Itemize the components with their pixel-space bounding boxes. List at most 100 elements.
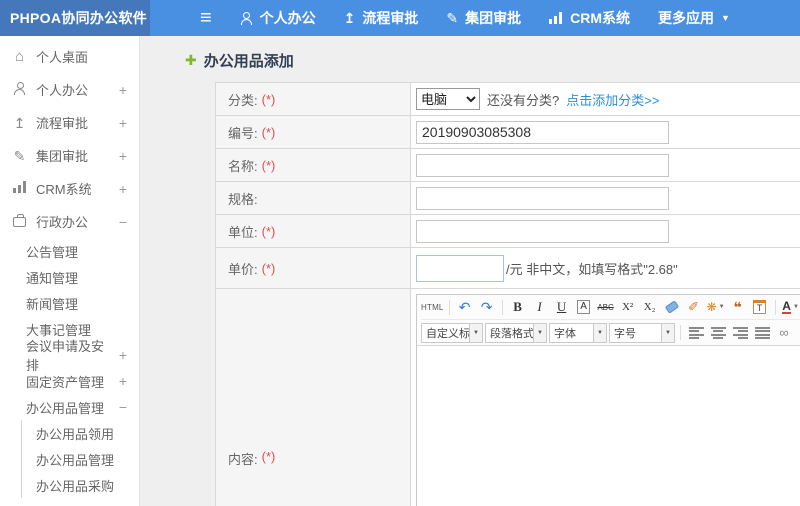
sidebar-item-news-mgmt[interactable]: 新闻管理 bbox=[0, 290, 139, 316]
sidebar-item-notice-mgmt[interactable]: 通知管理 bbox=[0, 264, 139, 290]
underline-button[interactable]: U bbox=[552, 297, 572, 317]
undo-button[interactable]: ↶ bbox=[455, 297, 475, 317]
nav-group-approval[interactable]: ✎ 集团审批 bbox=[446, 8, 521, 28]
code-input[interactable] bbox=[416, 120, 669, 144]
italic-button[interactable]: I bbox=[530, 297, 550, 317]
font-color-button[interactable]: A ▼ bbox=[781, 297, 800, 317]
unit-input[interactable] bbox=[416, 219, 669, 243]
editor-toolbar: HTML ↶ ↷ B I U A ABC X² X₂ ✐ ❋ ▼ ❝ T A ▼… bbox=[417, 295, 800, 346]
redo-button[interactable]: ↷ bbox=[477, 297, 497, 317]
app-window: PHPOA协同办公软件 ≡ 个人办公 ↥ 流程审批 ✎ 集团审批 CRM系统 更… bbox=[0, 0, 800, 506]
paragraph-format-dropdown[interactable]: 段落格式 ▼ bbox=[485, 322, 547, 343]
sidebar-label: CRM系统 bbox=[36, 182, 92, 197]
expand-toggle: + bbox=[118, 180, 127, 197]
align-justify-icon bbox=[754, 326, 770, 339]
nav-crm-system[interactable]: CRM系统 bbox=[549, 8, 630, 28]
eraser-icon bbox=[664, 300, 679, 314]
align-left-icon bbox=[688, 326, 704, 339]
font-size-dropdown[interactable]: 字号 ▼ bbox=[609, 322, 675, 343]
menu-toggle-icon[interactable]: ≡ bbox=[200, 8, 212, 28]
form-row-price: 单价: (*) /元 非中文，如填写格式"2.68" bbox=[216, 248, 800, 289]
sidebar-item-group-approval[interactable]: ✎ 集团审批 + bbox=[0, 139, 139, 172]
sidebar-item-office-supplies-manage[interactable]: 办公用品管理 bbox=[22, 446, 139, 472]
bar-chart-icon bbox=[549, 12, 564, 24]
sidebar-item-fixed-assets-mgmt[interactable]: 固定资产管理 + bbox=[0, 368, 139, 394]
field-label: 编号: bbox=[228, 125, 258, 141]
required-mark: (*) bbox=[261, 449, 276, 464]
sidebar: ⌂ 个人桌面 个人办公 + ↥ 流程审批 + ✎ 集团审批 + CRM系统 + … bbox=[0, 36, 140, 506]
sidebar-item-personal-desktop[interactable]: ⌂ 个人桌面 bbox=[0, 40, 139, 73]
remove-format-button[interactable] bbox=[662, 297, 682, 317]
toolbar-separator bbox=[448, 299, 450, 315]
align-justify-button[interactable] bbox=[752, 323, 772, 343]
briefcase-icon bbox=[13, 214, 26, 227]
required-mark: (*) bbox=[261, 223, 276, 239]
sidebar-item-office-supplies-mgmt[interactable]: 办公用品管理 − bbox=[0, 394, 139, 420]
sidebar-label: 流程审批 bbox=[36, 116, 89, 131]
sidebar-item-office-supplies-requisition[interactable]: 办公用品领用 bbox=[22, 420, 139, 446]
sidebar-label: 固定资产管理 bbox=[26, 374, 105, 390]
caret-down-icon: ▼ bbox=[593, 323, 606, 342]
bold-button[interactable]: B bbox=[508, 297, 528, 317]
field-label: 名称: bbox=[228, 158, 258, 174]
toolbar-separator bbox=[501, 299, 503, 315]
top-nav: ≡ 个人办公 ↥ 流程审批 ✎ 集团审批 CRM系统 更多应用 ▼ bbox=[150, 0, 730, 36]
spec-input[interactable] bbox=[416, 186, 669, 210]
insert-link-button[interactable]: ∞ bbox=[774, 323, 794, 343]
category-select[interactable]: 电脑 bbox=[416, 88, 480, 110]
caret-down-icon: ▼ bbox=[792, 304, 799, 310]
nav-personal-office[interactable]: 个人办公 bbox=[240, 8, 316, 28]
field-label: 单价: bbox=[228, 261, 258, 277]
font-style-button[interactable]: A bbox=[574, 297, 594, 317]
sidebar-label: 办公用品管理 bbox=[36, 452, 115, 468]
toolbar-separator bbox=[774, 299, 776, 315]
add-plus-icon: ✚ bbox=[185, 51, 197, 68]
edit-icon: ✎ bbox=[446, 10, 459, 26]
main-content: ✚ 办公用品添加 分类: (*) 电脑 还没有分类? 点击添加分类>> 编号: … bbox=[140, 36, 800, 506]
expand-toggle: + bbox=[118, 114, 127, 131]
editor-content-area[interactable] bbox=[417, 346, 800, 506]
custom-heading-dropdown[interactable]: 自定义标题 ▼ bbox=[421, 322, 483, 343]
caret-down-icon: ▼ bbox=[469, 323, 482, 342]
html-source-button[interactable]: HTML bbox=[421, 297, 444, 317]
sidebar-item-personal-office[interactable]: 个人办公 + bbox=[0, 73, 139, 106]
field-label: 分类: bbox=[228, 92, 258, 108]
name-input[interactable] bbox=[416, 153, 669, 177]
quick-format-button[interactable]: ❋ ▼ bbox=[706, 297, 726, 317]
sidebar-item-meeting-request-mgmt[interactable]: 会议申请及安排 + bbox=[0, 339, 139, 373]
format-painter-button[interactable]: ✐ bbox=[684, 297, 704, 317]
collapse-toggle: − bbox=[118, 213, 127, 230]
subscript-button[interactable]: X₂ bbox=[640, 297, 660, 317]
strikethrough-button[interactable]: ABC bbox=[596, 297, 616, 317]
caret-down-icon: ▼ bbox=[661, 323, 674, 342]
paste-as-text-button[interactable]: T bbox=[750, 297, 770, 317]
sidebar-label: 公告管理 bbox=[26, 244, 79, 260]
sidebar-label: 新闻管理 bbox=[26, 296, 79, 312]
nav-label: CRM系统 bbox=[570, 10, 631, 26]
sidebar-item-crm-system[interactable]: CRM系统 + bbox=[0, 172, 139, 205]
sidebar-label: 个人办公 bbox=[36, 83, 89, 98]
price-input[interactable] bbox=[416, 254, 504, 282]
sidebar-item-admin-office[interactable]: 行政办公 − bbox=[0, 205, 139, 238]
form-row-name: 名称: (*) bbox=[216, 149, 800, 182]
align-right-button[interactable] bbox=[730, 323, 750, 343]
sidebar-item-workflow-approval[interactable]: ↥ 流程审批 + bbox=[0, 106, 139, 139]
nav-workflow-approval[interactable]: ↥ 流程审批 bbox=[344, 8, 419, 28]
sidebar-label: 办公用品采购 bbox=[36, 478, 115, 494]
sidebar-label: 办公用品管理 bbox=[26, 400, 105, 416]
font-family-dropdown[interactable]: 字体 ▼ bbox=[549, 322, 607, 343]
expand-toggle: + bbox=[118, 373, 127, 389]
superscript-button[interactable]: X² bbox=[618, 297, 638, 317]
user-icon bbox=[13, 81, 26, 95]
field-label: 单位: bbox=[228, 224, 258, 240]
caret-down-icon: ▼ bbox=[721, 12, 730, 23]
sidebar-item-announcement-mgmt[interactable]: 公告管理 bbox=[0, 238, 139, 264]
align-left-button[interactable] bbox=[686, 323, 706, 343]
nav-label: 流程审批 bbox=[362, 10, 419, 26]
sidebar-item-office-supplies-purchase[interactable]: 办公用品采购 bbox=[22, 472, 139, 498]
rich-text-editor: HTML ↶ ↷ B I U A ABC X² X₂ ✐ ❋ ▼ ❝ T A ▼… bbox=[416, 294, 800, 506]
blockquote-button[interactable]: ❝ bbox=[728, 297, 748, 317]
add-category-link[interactable]: 点击添加分类>> bbox=[566, 90, 659, 109]
align-center-button[interactable] bbox=[708, 323, 728, 343]
nav-more-apps[interactable]: 更多应用 ▼ bbox=[658, 8, 730, 28]
